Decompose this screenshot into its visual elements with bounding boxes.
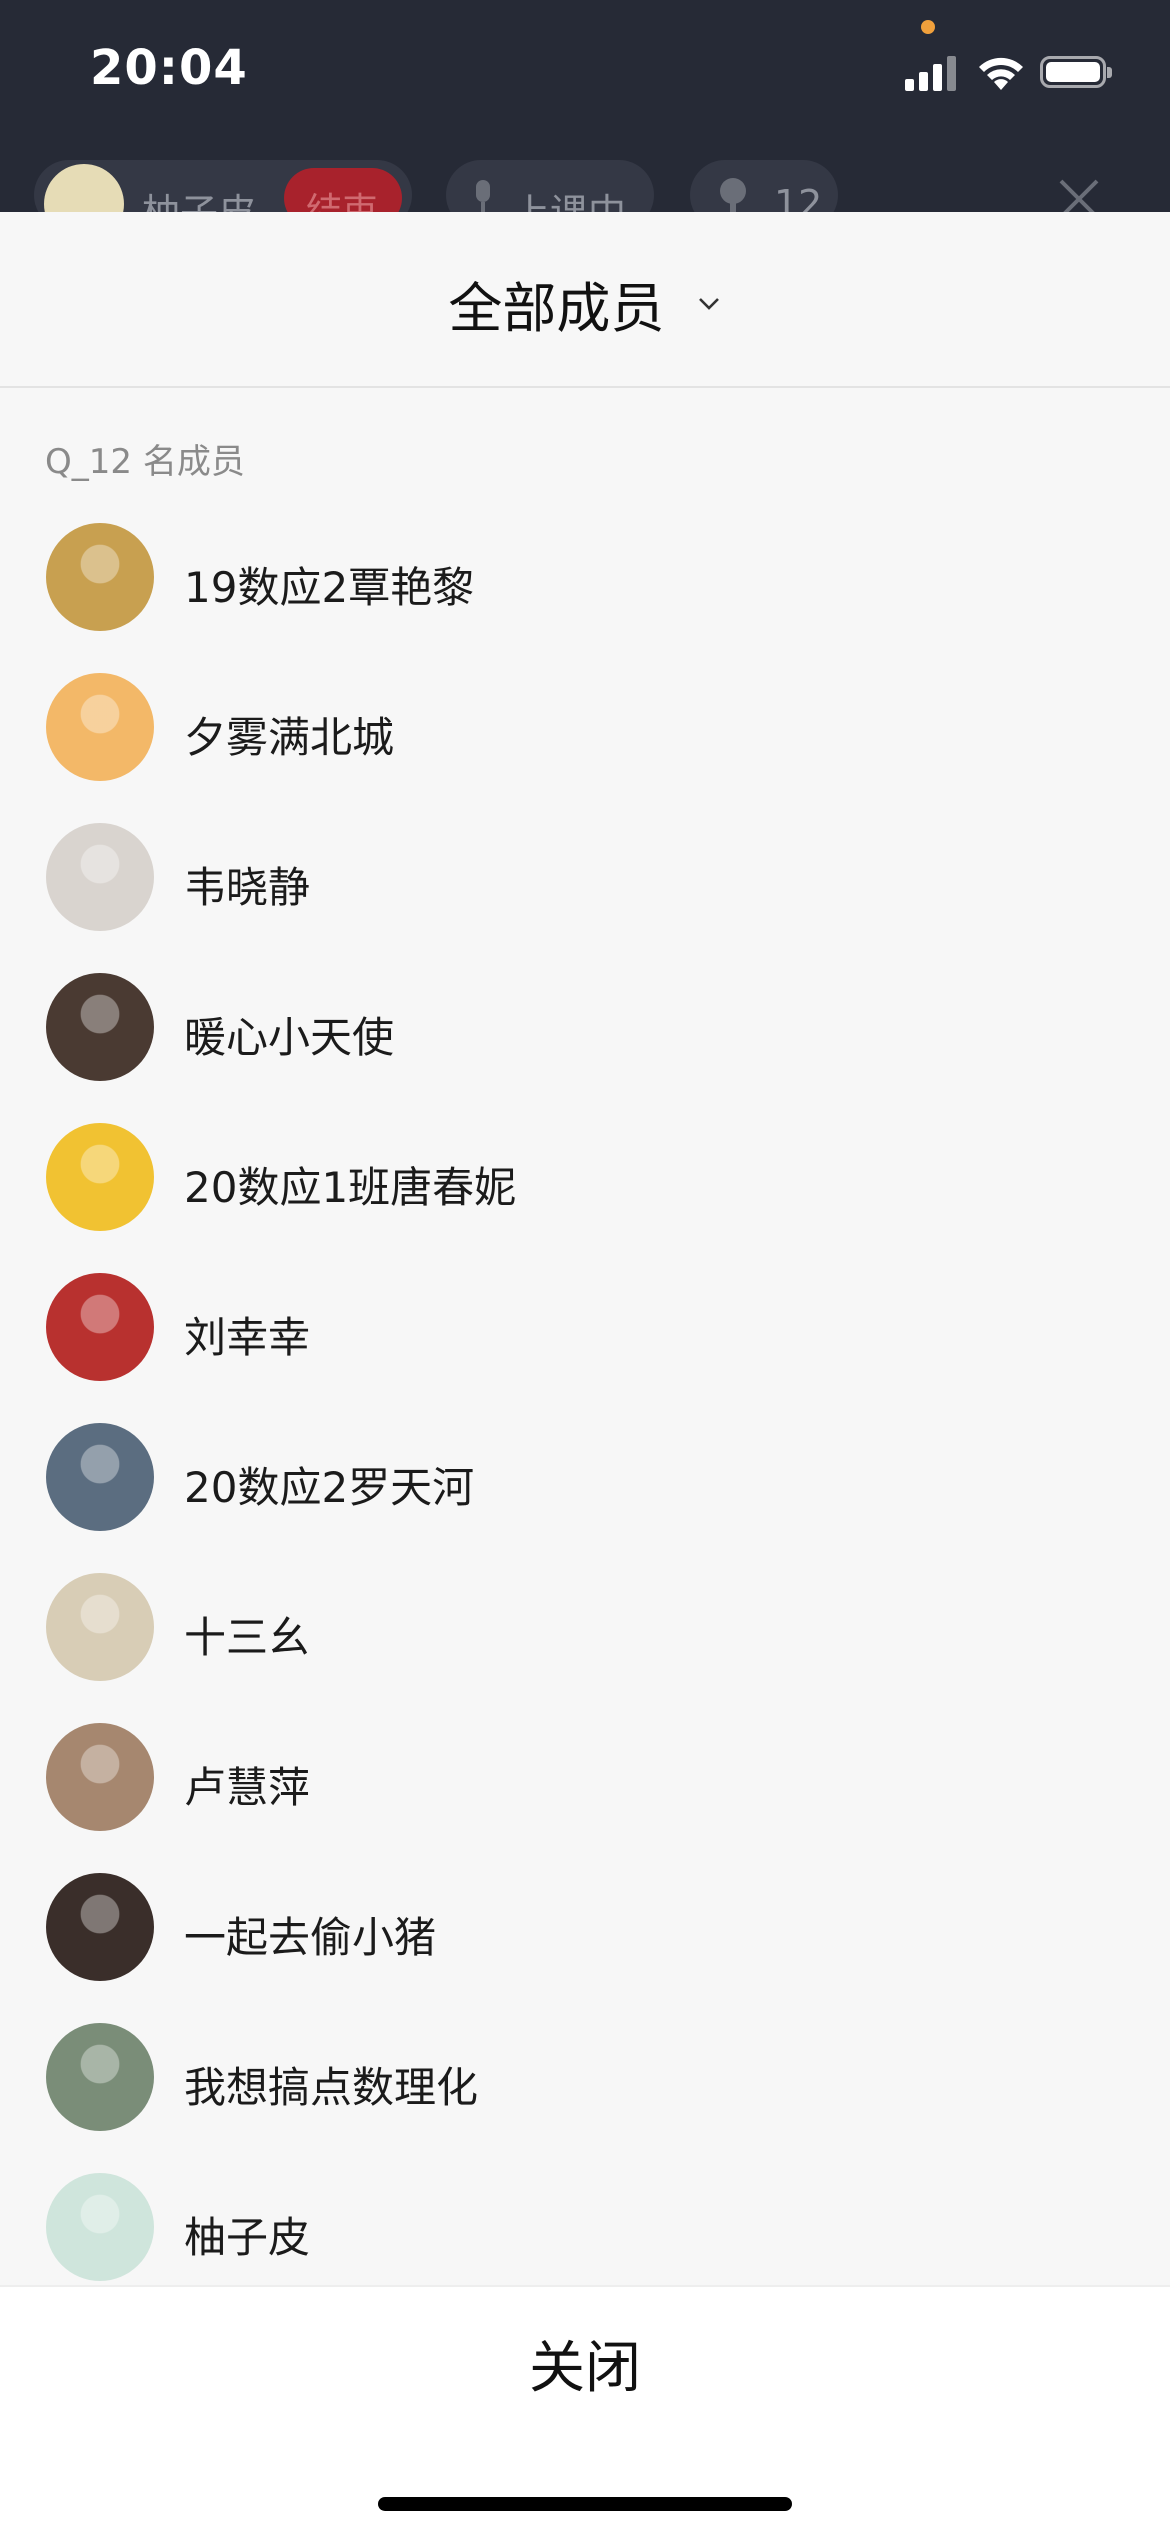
member-name: 20数应2罗天河 [184,1463,475,1512]
list-item[interactable]: 十三幺 [0,1552,1170,1702]
list-item[interactable]: 19数应2覃艳黎 [0,502,1170,652]
list-item[interactable]: 20数应2罗天河 [0,1402,1170,1552]
member-name: 十三幺 [184,1613,311,1662]
member-count: Q_12 名成员 [45,442,245,482]
member-list-sheet: 全部成员 Q_12 名成员 19数应2覃艳黎 夕雾满北城 韦晓静 暖心小天使 2… [0,212,1170,2532]
avatar [46,2173,154,2281]
avatar [46,1573,154,1681]
list-item[interactable]: 柚子皮 [0,2152,1170,2302]
battery-icon [1040,56,1112,88]
member-name: 柚子皮 [184,2213,311,2262]
member-name: 一起去偷小猪 [184,1913,437,1962]
list-item[interactable]: 夕雾满北城 [0,652,1170,802]
member-name: 20数应1班唐春妮 [184,1163,517,1212]
list-item[interactable]: 一起去偷小猪 [0,1852,1170,2002]
member-name: 韦晓静 [184,863,311,912]
wifi-icon [979,57,1023,90]
sheet-title: 全部成员 [448,277,665,340]
list-item[interactable]: 卢慧萍 [0,1702,1170,1852]
sheet-footer: 关闭 [0,2285,1170,2534]
avatar [46,1123,154,1231]
member-filter-dropdown[interactable]: 全部成员 [0,264,1170,343]
list-item[interactable]: 暖心小天使 [0,952,1170,1102]
avatar [46,673,154,781]
status-time: 20:04 [90,40,248,96]
avatar [46,1873,154,1981]
avatar [46,523,154,631]
list-item[interactable]: 我想搞点数理化 [0,2002,1170,2152]
member-name: 夕雾满北城 [184,713,395,762]
member-name: 卢慧萍 [184,1763,311,1812]
avatar [46,1423,154,1531]
member-name: 暖心小天使 [184,1013,395,1062]
member-name: 刘幸幸 [184,1313,311,1362]
avatar [46,973,154,1081]
member-name: 我想搞点数理化 [184,2063,479,2112]
avatar [46,2023,154,2131]
cellular-signal-icon [905,55,957,91]
list-item[interactable]: 20数应1班唐春妮 [0,1102,1170,1252]
avatar [46,1723,154,1831]
status-bar: 20:04 [0,0,1170,150]
home-indicator[interactable] [378,2497,792,2511]
close-button[interactable]: 关闭 [0,2319,1170,2419]
list-item[interactable]: 韦晓静 [0,802,1170,952]
sheet-header: 全部成员 [0,212,1170,388]
chevron-down-icon [698,297,719,310]
avatar [46,1273,154,1381]
member-name: 19数应2覃艳黎 [184,563,475,612]
avatar [46,823,154,931]
list-item[interactable]: 刘幸幸 [0,1252,1170,1402]
privacy-indicator-dot [921,20,935,34]
